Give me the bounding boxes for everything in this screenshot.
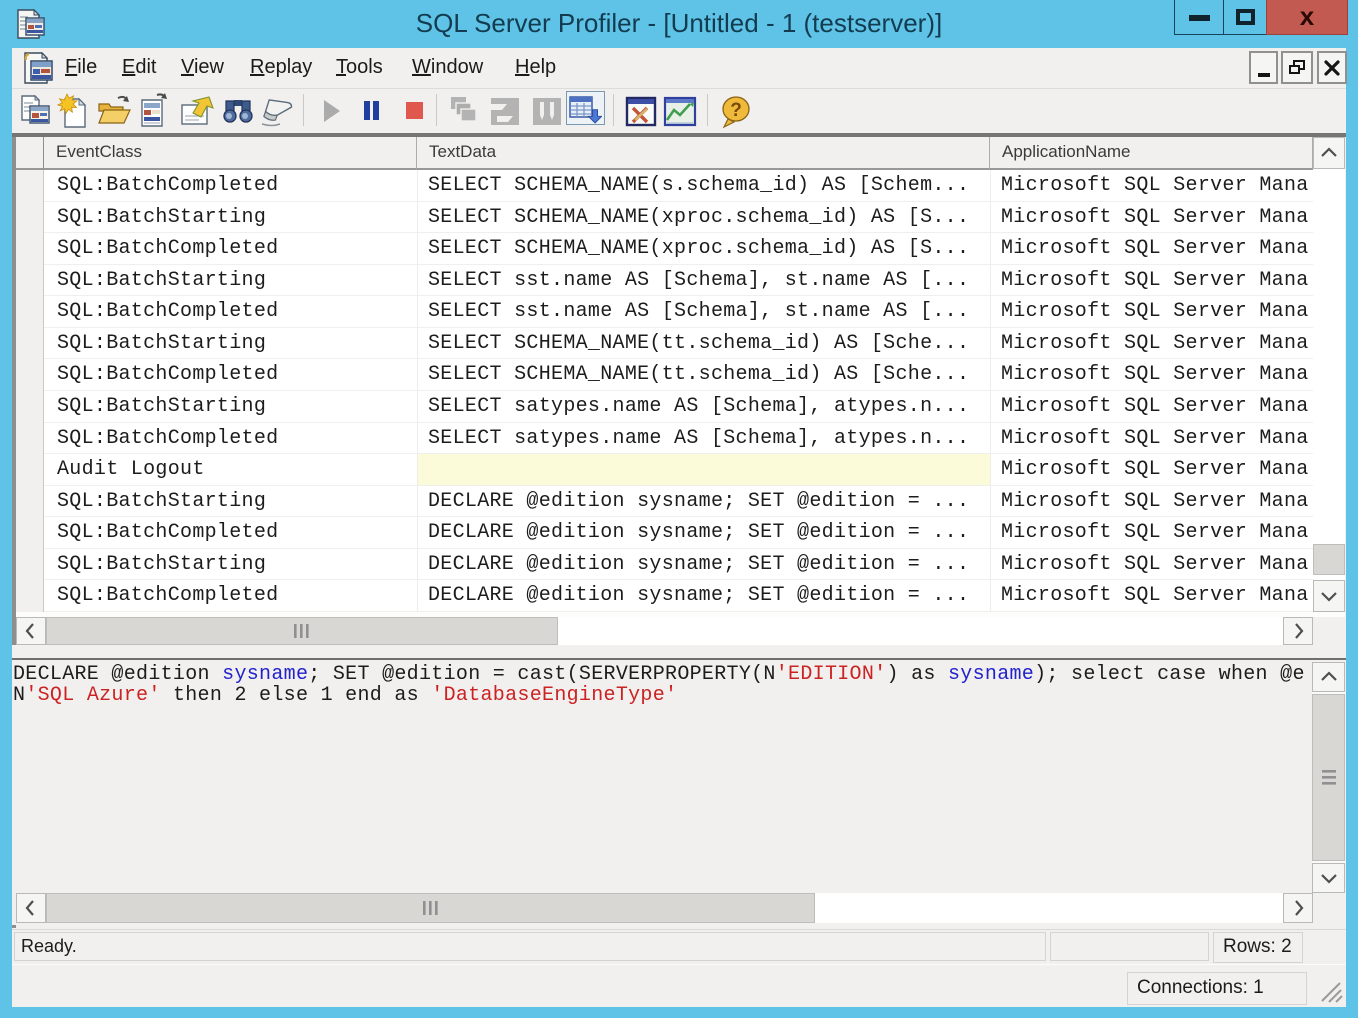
svg-text:?: ?	[730, 100, 742, 121]
